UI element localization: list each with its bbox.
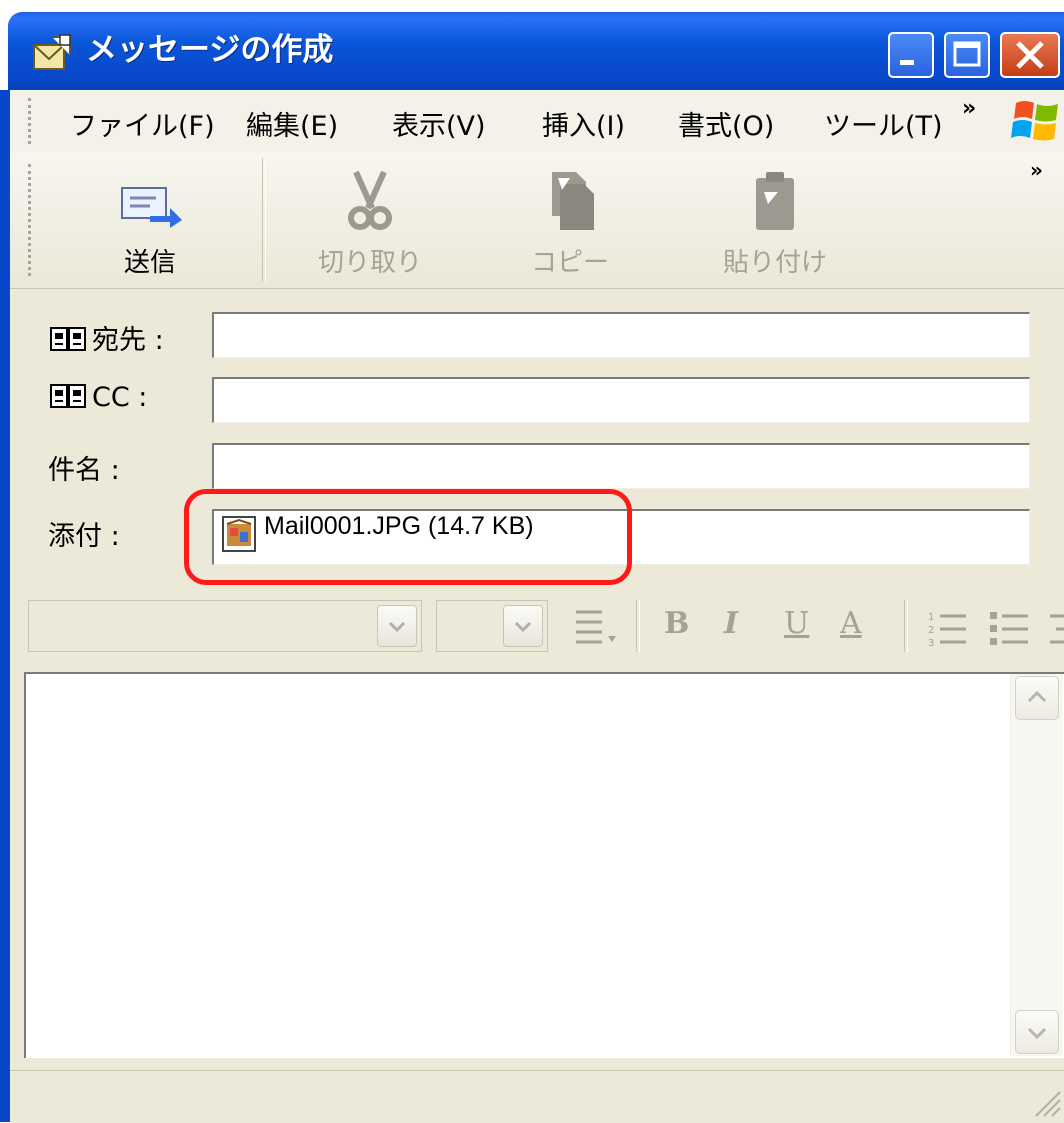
address-book-icon bbox=[50, 384, 86, 408]
paragraph-style-icon[interactable] bbox=[572, 606, 622, 650]
attachment-highlight-box bbox=[184, 489, 632, 585]
menu-overflow-chevron[interactable]: » bbox=[962, 96, 976, 121]
cut-label: 切り取り bbox=[317, 248, 422, 278]
minimize-button[interactable] bbox=[888, 32, 934, 78]
subject-label: 件名 : bbox=[48, 455, 120, 486]
scroll-down-button[interactable] bbox=[1015, 1010, 1059, 1054]
cut-button[interactable]: 切り取り bbox=[300, 160, 440, 280]
chevron-down-icon bbox=[388, 621, 406, 633]
svg-text:3: 3 bbox=[928, 638, 934, 649]
window-title: メッセージの作成 bbox=[86, 32, 334, 68]
toolbar-grip[interactable] bbox=[28, 164, 34, 276]
copy-label: コピー bbox=[530, 248, 609, 278]
compose-window: メッセージの作成 ファイル(F) 編集(E) 表示(V) 挿入(I) 書式(O)… bbox=[0, 0, 1064, 1123]
close-button[interactable] bbox=[1000, 32, 1060, 78]
font-size-dropdown-button[interactable] bbox=[503, 605, 543, 647]
toolbar-overflow-chevron[interactable]: » bbox=[1030, 158, 1043, 182]
menu-format[interactable]: 書式(O) bbox=[678, 104, 774, 143]
menu-file[interactable]: ファイル(F) bbox=[70, 104, 215, 143]
underline-button[interactable]: U bbox=[784, 606, 809, 641]
send-button[interactable]: 送信 bbox=[90, 160, 210, 280]
scissors-icon bbox=[348, 170, 392, 230]
copy-button[interactable]: コピー bbox=[510, 160, 630, 280]
title-bar[interactable]: メッセージの作成 bbox=[8, 12, 1064, 90]
decrease-indent-icon[interactable] bbox=[1046, 606, 1064, 650]
to-label: 宛先 : bbox=[92, 325, 164, 356]
font-color-button[interactable]: A bbox=[840, 606, 862, 641]
minimize-icon bbox=[900, 60, 914, 65]
cc-field[interactable] bbox=[212, 377, 1030, 423]
bullet-list-icon[interactable] bbox=[988, 606, 1032, 650]
to-field[interactable] bbox=[212, 312, 1030, 358]
to-label-group[interactable]: 宛先 : bbox=[50, 318, 164, 357]
chevron-down-icon bbox=[514, 621, 532, 633]
menu-view[interactable]: 表示(V) bbox=[392, 104, 486, 143]
compose-mail-icon bbox=[33, 34, 71, 70]
close-icon bbox=[1016, 41, 1044, 69]
menubar-grip[interactable] bbox=[28, 98, 34, 144]
send-icon bbox=[121, 187, 182, 228]
font-name-combo[interactable] bbox=[28, 600, 422, 652]
paste-label: 貼り付け bbox=[722, 248, 827, 278]
subject-field[interactable] bbox=[212, 443, 1030, 489]
toolbar-separator bbox=[262, 158, 266, 282]
font-name-dropdown-button[interactable] bbox=[377, 605, 417, 647]
window-border-left bbox=[0, 90, 10, 1122]
cc-label: CC : bbox=[92, 382, 148, 413]
maximize-button[interactable] bbox=[944, 32, 990, 78]
svg-text:1: 1 bbox=[928, 612, 934, 623]
chevron-down-icon bbox=[1027, 1027, 1047, 1040]
windows-logo-icon bbox=[1011, 101, 1058, 141]
svg-text:2: 2 bbox=[928, 625, 934, 636]
send-label: 送信 bbox=[123, 248, 176, 278]
vertical-scrollbar[interactable] bbox=[1010, 674, 1063, 1056]
format-separator bbox=[904, 600, 908, 652]
scroll-up-button[interactable] bbox=[1015, 676, 1059, 720]
cc-label-group[interactable]: CC : bbox=[50, 382, 147, 413]
resize-grip-icon[interactable] bbox=[1030, 1086, 1062, 1118]
address-book-icon bbox=[50, 327, 86, 351]
attach-label: 添付 : bbox=[48, 521, 120, 552]
chevron-up-icon bbox=[1027, 690, 1047, 703]
maximize-icon bbox=[953, 41, 981, 67]
font-size-combo[interactable] bbox=[436, 600, 548, 652]
menu-insert[interactable]: 挿入(I) bbox=[542, 104, 625, 143]
paste-button[interactable]: 貼り付け bbox=[700, 160, 850, 280]
copy-icon bbox=[552, 172, 594, 230]
status-bar bbox=[10, 1070, 1064, 1123]
format-separator bbox=[636, 600, 640, 652]
numbered-list-icon[interactable]: 1 2 3 bbox=[926, 606, 970, 650]
message-body[interactable] bbox=[24, 672, 1064, 1058]
menu-edit[interactable]: 編集(E) bbox=[246, 104, 338, 143]
bold-button[interactable]: B bbox=[664, 606, 689, 641]
italic-button[interactable]: I bbox=[724, 606, 738, 641]
paste-icon bbox=[756, 172, 794, 230]
menu-tools[interactable]: ツール(T) bbox=[824, 104, 943, 143]
